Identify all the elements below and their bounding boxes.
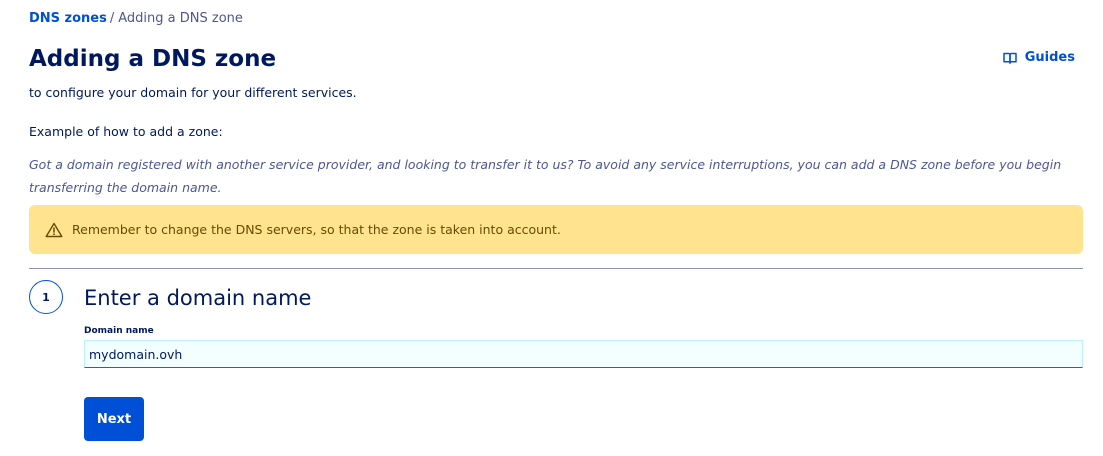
book-icon [1003,52,1017,64]
guides-link[interactable]: Guides [1003,49,1075,67]
divider [29,268,1083,269]
page-title: Adding a DNS zone [29,46,277,72]
warning-banner: Remember to change the DNS servers, so t… [29,205,1083,254]
warning-text: Remember to change the DNS servers, so t… [72,222,561,237]
next-button[interactable]: Next [84,397,144,441]
warning-triangle-icon [45,221,63,239]
breadcrumb: DNS zones / Adding a DNS zone [29,11,243,27]
page-subtitle: to configure your domain for your differ… [29,85,357,100]
domain-name-label: Domain name [84,326,154,336]
breadcrumb-link-dns-zones[interactable]: DNS zones [29,11,107,26]
example-heading: Example of how to add a zone: [29,124,223,139]
breadcrumb-separator: / [109,11,115,26]
guides-label: Guides [1024,50,1075,65]
page: DNS zones / Adding a DNS zone Adding a DNS… [0,0,1103,456]
breadcrumb-current: Adding a DNS zone [118,11,243,26]
example-text: Got a domain registered with another ser… [29,157,1062,195]
domain-name-input[interactable] [84,340,1083,368]
step-number-badge: 1 [29,280,63,314]
step-title: Enter a domain name [84,286,312,310]
